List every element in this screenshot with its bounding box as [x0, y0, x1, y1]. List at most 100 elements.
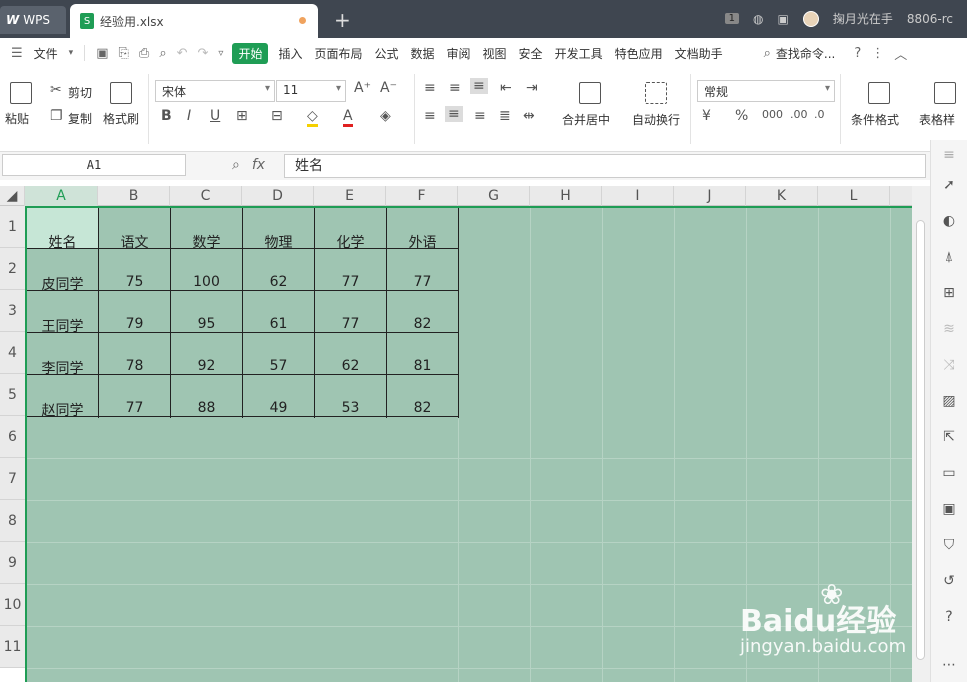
new-tab-button[interactable]: + [334, 8, 351, 32]
table-style-button[interactable]: 表格样 [919, 111, 955, 128]
tab-view[interactable]: 视图 [477, 45, 513, 62]
cell-c2[interactable]: 100 [171, 274, 242, 290]
row-header-5[interactable]: 5 [0, 374, 25, 416]
merge-center-icon[interactable] [579, 82, 601, 104]
format-painter-button[interactable]: 格式刷 [103, 110, 139, 127]
avatar[interactable] [802, 10, 819, 27]
percent-icon[interactable]: % [735, 108, 748, 124]
save-icon[interactable]: ▣ [91, 46, 113, 61]
number-format-select[interactable]: 常规 [697, 80, 835, 102]
row-header-11[interactable]: 11 [0, 626, 25, 668]
cell-a2[interactable]: 皮同学 [27, 274, 98, 294]
decrease-decimal-icon[interactable]: .0 [814, 108, 825, 121]
cell-b3[interactable]: 79 [99, 316, 170, 332]
file-tab[interactable]: S 经验用.xlsx [70, 4, 318, 38]
tab-security[interactable]: 安全 [513, 45, 549, 62]
column-header-c[interactable]: C [170, 186, 242, 206]
cell-b1[interactable]: 语文 [99, 232, 170, 252]
copy-button[interactable]: 复制 [68, 110, 92, 127]
cell-a5[interactable]: 赵同学 [27, 400, 98, 420]
align-top-icon[interactable]: ≡ [424, 80, 436, 96]
cell-f1[interactable]: 外语 [387, 232, 458, 252]
font-color-icon[interactable]: A [343, 108, 353, 127]
table-icon[interactable]: ⊞ [940, 284, 958, 302]
more-dots-icon[interactable]: ⋯ [940, 656, 958, 674]
column-header-f[interactable]: F [386, 186, 458, 206]
cell-e2[interactable]: 77 [315, 274, 386, 290]
cell-a1[interactable]: 姓名 [27, 232, 98, 252]
wallet-icon[interactable]: ▣ [778, 12, 789, 26]
underline-icon[interactable]: U [210, 108, 220, 124]
cell-c5[interactable]: 88 [171, 400, 242, 416]
hamburger-menu-icon[interactable]: ☰ [6, 46, 28, 61]
italic-icon[interactable]: I [187, 108, 191, 124]
tab-special[interactable]: 特色应用 [609, 45, 669, 62]
conditional-format-icon[interactable] [868, 82, 890, 104]
cell-c3[interactable]: 95 [171, 316, 242, 332]
clear-format-icon[interactable]: ◈ [380, 108, 391, 124]
menu-file[interactable]: 文件 [28, 45, 64, 62]
cell-b5[interactable]: 77 [99, 400, 170, 416]
decrease-font-icon[interactable]: A⁻ [380, 80, 397, 96]
justify-icon[interactable]: ≣ [499, 108, 511, 124]
merge-center-button[interactable]: 合并居中 [562, 111, 610, 128]
print-icon[interactable]: ⎙ [134, 46, 154, 61]
cell-d3[interactable]: 61 [243, 316, 314, 332]
distributed-icon[interactable]: ⇹ [523, 108, 535, 124]
increase-decimal-icon[interactable]: .00 [790, 108, 808, 121]
export-icon[interactable]: ⎘ [114, 46, 134, 61]
cell-d2[interactable]: 62 [243, 274, 314, 290]
tab-review[interactable]: 审阅 [441, 45, 477, 62]
cut-button[interactable]: 剪切 [68, 84, 92, 101]
column-header-g[interactable]: G [458, 186, 530, 206]
column-header-l[interactable]: L [818, 186, 890, 206]
chevron-down-icon[interactable]: ▾ [64, 48, 79, 58]
font-name-select[interactable]: 宋体 [155, 80, 275, 102]
cell-d1[interactable]: 物理 [243, 232, 314, 252]
style-icon[interactable]: ⍋ [940, 248, 958, 266]
bold-icon[interactable]: B [161, 108, 172, 124]
column-header-d[interactable]: D [242, 186, 314, 206]
image-icon[interactable]: ▣ [940, 500, 958, 518]
filter-icon[interactable]: ≋ [940, 320, 958, 338]
archive-icon[interactable]: ▭ [940, 464, 958, 482]
more-icon[interactable]: ⋮ [866, 46, 889, 61]
row-header-7[interactable]: 7 [0, 458, 25, 500]
row-header-1[interactable]: 1 [0, 206, 25, 248]
username-label[interactable]: 掬月光在手 [833, 10, 893, 27]
undo-icon[interactable]: ↶ [172, 46, 193, 61]
history-icon[interactable]: ↺ [940, 572, 958, 590]
redo-icon[interactable]: ↷ [193, 46, 214, 61]
column-header-k[interactable]: K [746, 186, 818, 206]
table-style-icon[interactable] [934, 82, 956, 104]
cell-a4[interactable]: 李同学 [27, 358, 98, 378]
row-header-3[interactable]: 3 [0, 290, 25, 332]
print-preview-icon[interactable]: ⌕ [154, 46, 171, 61]
skin-icon[interactable]: ◍ [753, 12, 763, 26]
column-header-a[interactable]: A [25, 186, 98, 206]
cell-a3[interactable]: 王同学 [27, 316, 98, 336]
column-header-h[interactable]: H [530, 186, 602, 206]
select-cursor-icon[interactable]: ➚ [940, 176, 958, 194]
copy-icon[interactable]: ❐ [50, 108, 63, 124]
wrap-text-button[interactable]: 自动换行 [632, 111, 680, 128]
row-header-6[interactable]: 6 [0, 416, 25, 458]
tab-doc-assistant[interactable]: 文档助手 [669, 45, 729, 62]
row-header-4[interactable]: 4 [0, 332, 25, 374]
column-header-i[interactable]: I [602, 186, 674, 206]
window-count-badge[interactable]: 1 [724, 13, 740, 24]
insert-function-button[interactable]: fx [252, 157, 265, 173]
column-header-b[interactable]: B [98, 186, 170, 206]
row-header-10[interactable]: 10 [0, 584, 25, 626]
tab-home[interactable]: 开始 [232, 42, 269, 64]
collapse-ribbon-icon[interactable]: ︿ [889, 44, 912, 63]
transform-icon[interactable]: ⤨ [940, 356, 958, 374]
increase-indent-icon[interactable]: ⇥ [526, 80, 538, 96]
paste-button[interactable]: 粘贴 [5, 110, 29, 127]
cell-c1[interactable]: 数学 [171, 232, 242, 252]
cell-d4[interactable]: 57 [243, 358, 314, 374]
tab-data[interactable]: 数据 [405, 45, 441, 62]
decrease-indent-icon[interactable]: ⇤ [500, 80, 512, 96]
cell-e3[interactable]: 77 [315, 316, 386, 332]
share-icon[interactable]: ⇱ [940, 428, 958, 446]
